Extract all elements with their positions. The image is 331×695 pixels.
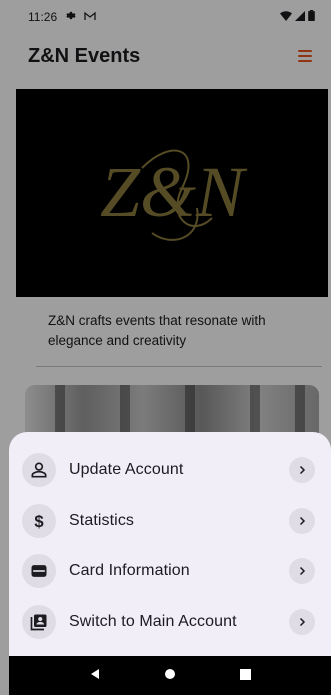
back-icon[interactable]: [89, 667, 101, 685]
chevron-right-icon: [289, 558, 315, 585]
statistics-label: Statistics: [69, 511, 135, 529]
app-screen: 11:26 Z&N Events Z&N Z&N crafts events t…: [0, 0, 331, 695]
card-information-label: Card Information: [69, 562, 190, 580]
home-icon[interactable]: [164, 667, 176, 685]
card-information-item[interactable]: Card Information: [9, 546, 331, 597]
chevron-right-icon: [289, 457, 315, 484]
recents-icon[interactable]: [240, 667, 252, 685]
svg-text:$: $: [34, 512, 44, 531]
dollar-icon: $: [22, 503, 56, 538]
switch-account-icon: [22, 604, 56, 639]
system-nav-bar: [9, 656, 331, 695]
statistics-item[interactable]: $ Statistics: [9, 496, 331, 547]
switch-main-account-item[interactable]: Switch to Main Account: [9, 597, 331, 648]
chevron-right-icon: [289, 608, 315, 635]
chevron-right-icon: [289, 507, 315, 534]
wallet-icon: [22, 554, 56, 589]
switch-main-account-label: Switch to Main Account: [69, 612, 237, 630]
account-bottom-sheet: Update Account $ Statistics Card Informa…: [9, 432, 331, 656]
update-account-item[interactable]: Update Account: [9, 445, 331, 496]
person-icon: [22, 453, 56, 488]
update-account-label: Update Account: [69, 461, 184, 479]
